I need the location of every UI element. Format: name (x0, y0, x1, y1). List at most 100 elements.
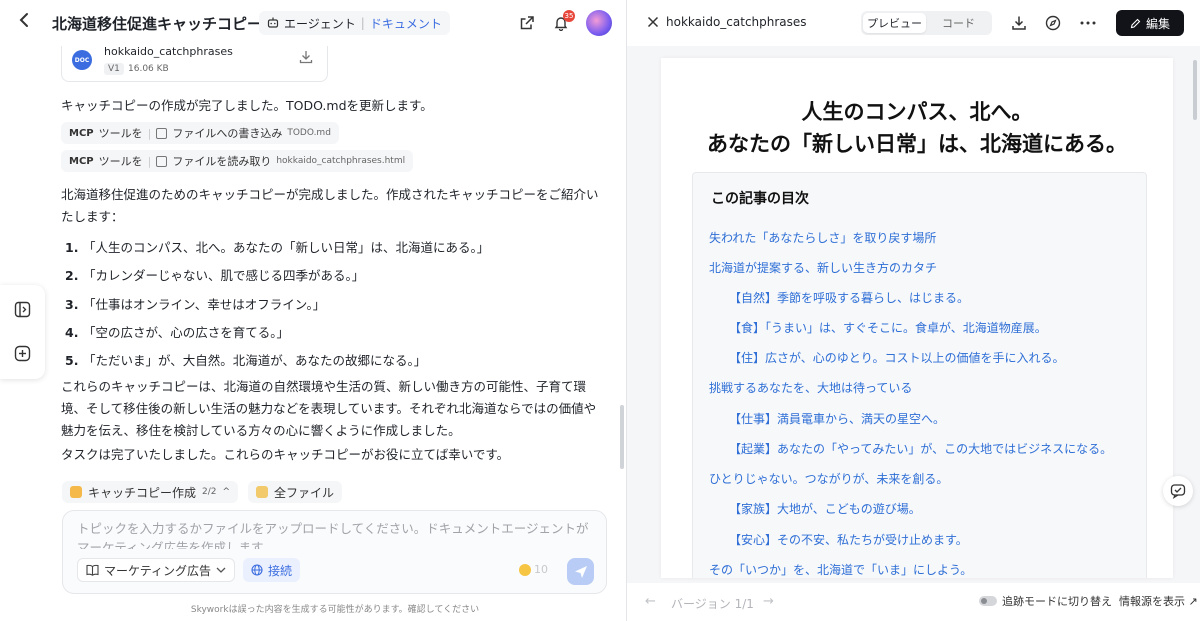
book-icon (86, 564, 99, 576)
chat-scrollbar[interactable] (620, 405, 624, 469)
list-text: 「ただいま」が、大自然。北海道が、あなたの故郷になる。」 (83, 353, 427, 369)
folder-icon (256, 486, 269, 498)
toc-link[interactable]: 失われた「あなたらしさ」を取り戻す場所 (709, 229, 936, 246)
tool-action: ファイルを読み取り (172, 155, 272, 168)
tool-action: ファイルへの書き込み (172, 127, 283, 140)
chat-header: 北海道移住促進キャッチコピー エージェント | ドキュメント 35 (0, 0, 626, 46)
list-text: 「空の広さが、心の広さを育てる。」 (83, 324, 290, 340)
notification-badge: 35 (563, 10, 575, 22)
file-read-icon (156, 155, 168, 167)
task-count: 2/2 (202, 487, 217, 497)
agent-selector[interactable]: エージェント | ドキュメント (259, 11, 450, 35)
download-button[interactable] (1009, 13, 1029, 33)
mode-dropdown[interactable]: マーケティング広告 (77, 558, 236, 582)
preview-scrollbar[interactable] (1193, 60, 1197, 120)
tool-label: ツールを (98, 155, 143, 168)
assistant-message-status: キャッチコピーの作成が完了しました。TODO.mdを更新します。 (61, 98, 433, 113)
toc-link[interactable]: 【家族】大地が、こどもの遊び場。 (729, 500, 921, 517)
toc-link[interactable]: 挑戦するあなたを、大地は待っている (709, 379, 912, 396)
toc-link[interactable]: 【仕事】満員電車から、満天の星空へ。 (729, 410, 945, 427)
toc-link[interactable]: ひとりじゃない。つながりが、未来を創る。 (709, 470, 948, 487)
tool-file: hokkaido_catchphrases.html (276, 156, 406, 166)
toc-link[interactable]: 【住】広さが、心のゆとり。コスト以上の価値を手に入れる。 (729, 349, 1065, 366)
all-files-chip[interactable]: 全ファイル (248, 481, 343, 503)
task-progress-chip[interactable]: キャッチコピー作成 2/2 ^ (62, 481, 239, 503)
tool-separator: | (147, 126, 152, 140)
file-card[interactable]: DOC hokkaido_catchphrases V1 16.06 KB (61, 45, 328, 82)
robot-icon (267, 17, 279, 28)
more-button[interactable] (1078, 13, 1098, 33)
toc-link[interactable]: 【自然】季節を呼吸する暮らし、はじまる。 (729, 289, 969, 306)
send-button[interactable] (567, 558, 594, 585)
edit-button[interactable]: 編集 (1116, 10, 1184, 36)
toc-link[interactable]: 北海道が提案する、新しい生き方のカタチ (709, 259, 937, 276)
preview-header: hokkaido_catchphrases プレビュー コード 編集 (627, 0, 1200, 46)
toc-link[interactable]: 【起業】あなたの「やってみたい」が、この大地ではビジネスになる。 (729, 440, 1112, 457)
task-chips: キャッチコピー作成 2/2 ^ 全ファイル (62, 481, 343, 503)
topic-input[interactable] (77, 519, 597, 549)
share-icon (520, 16, 534, 30)
new-chat-button[interactable] (12, 343, 32, 363)
doc-file-icon: DOC (72, 50, 92, 70)
file-size: 16.06 KB (128, 64, 169, 74)
next-version-button[interactable]: → (763, 594, 774, 609)
file-download-button[interactable] (299, 50, 315, 66)
list-text: 「カレンダーじゃない、肌で感じる四季がある。」 (83, 268, 365, 284)
list-item: 5. 「ただいま」が、大自然。北海道が、あなたの故郷になる。」 (61, 347, 601, 375)
close-icon (647, 16, 659, 28)
catchphrase-list: 1. 「人生のコンパス、北へ。あなたの「新しい日常」は、北海道にある。」 2. 「カ… (61, 234, 601, 375)
show-sources-link[interactable]: 情報源を表示 ↗ (1119, 593, 1198, 609)
connect-label: 接続 (268, 563, 293, 578)
toc-link[interactable]: 【安心】その不安、私たちが受け止めます。 (729, 531, 968, 548)
avatar[interactable] (586, 10, 612, 36)
connect-button[interactable]: 接続 (243, 558, 301, 582)
tool-call-write[interactable]: MCP ツールを | ファイルへの書き込み TODO.md (61, 122, 339, 144)
chevron-down-icon (216, 567, 226, 573)
list-text: 「仕事はオンライン、幸せはオフライン。」 (83, 296, 326, 312)
agent-doc-label: ドキュメント (369, 16, 442, 31)
table-of-contents: この記事の目次 失われた「あなたらしさ」を取り戻す場所 北海道が提案する、新しい… (692, 172, 1147, 578)
plus-square-icon (14, 345, 30, 361)
explore-button[interactable] (1043, 13, 1063, 33)
tab-code[interactable]: コード (927, 13, 990, 33)
expand-panel-button[interactable] (12, 299, 32, 319)
mcp-label: MCP (69, 155, 94, 167)
agent-separator: | (360, 16, 365, 30)
toc-link[interactable]: 【食】「うまい」は、すぐそこに。食卓が、北海道物産展。 (729, 319, 1047, 336)
prev-version-button[interactable]: ← (645, 594, 656, 609)
back-button[interactable] (14, 12, 34, 34)
track-mode-toggle[interactable] (979, 596, 997, 606)
list-number: 3. (65, 296, 79, 312)
preview-pane: hokkaido_catchphrases プレビュー コード 編集 人生のコン… (626, 0, 1200, 621)
mode-label: マーケティング広告 (104, 563, 212, 578)
message-line: これらのキャッチコピーは、北海道の自然環境や生活の質、新しい働き方の可能性、子育… (61, 379, 587, 394)
agent-label: エージェント (284, 16, 356, 31)
compass-icon (1045, 15, 1061, 31)
preview-filename: hokkaido_catchphrases (666, 15, 807, 29)
assistant-message-summary: これらのキャッチコピーは、北海道の自然環境や生活の質、新しい働き方の可能性、子育… (61, 376, 596, 442)
message-line: 魅力を伝え、移住を検討している方々の心に響くように作成しました。 (61, 423, 461, 438)
chevron-up-icon: ^ (222, 487, 231, 497)
tool-call-read[interactable]: MCP ツールを | ファイルを読み取り hokkaido_catchphras… (61, 150, 414, 172)
version-label: バージョン 1/1 (671, 597, 754, 611)
toc-link[interactable]: その「いつか」を、北海道で「いま」にしよう。 (709, 561, 972, 578)
panel-expand-icon (14, 301, 30, 317)
list-number: 2. (65, 268, 79, 284)
tool-separator: | (147, 154, 152, 168)
mcp-label: MCP (69, 127, 94, 139)
credits-value: 10 (534, 563, 548, 576)
document-preview: 人生のコンパス、北へ。 あなたの「新しい日常」は、北海道にある。 この記事の目次… (661, 58, 1173, 578)
feedback-button[interactable] (1163, 476, 1193, 506)
edit-label: 編集 (1145, 16, 1170, 31)
download-icon (1012, 16, 1026, 30)
chat-pane: 北海道移住促進キャッチコピー エージェント | ドキュメント 35 DOC ho… (0, 0, 626, 621)
preview-footer: ← バージョン 1/1 → 追跡モードに切り替え 情報源を表示 ↗ (627, 583, 1200, 621)
message-line: 境、そして移住後の新しい生活の魅力などを表現しています。それぞれ北海道ならではの… (61, 401, 597, 416)
close-preview-button[interactable] (644, 13, 662, 31)
list-item: 4. 「空の広さが、心の広さを育てる。」 (61, 319, 601, 347)
list-number: 5. (65, 353, 79, 369)
tool-label: ツールを (98, 127, 143, 140)
tab-preview[interactable]: プレビュー (863, 13, 926, 33)
share-button[interactable] (516, 12, 538, 34)
notifications-button[interactable]: 35 (550, 10, 575, 34)
